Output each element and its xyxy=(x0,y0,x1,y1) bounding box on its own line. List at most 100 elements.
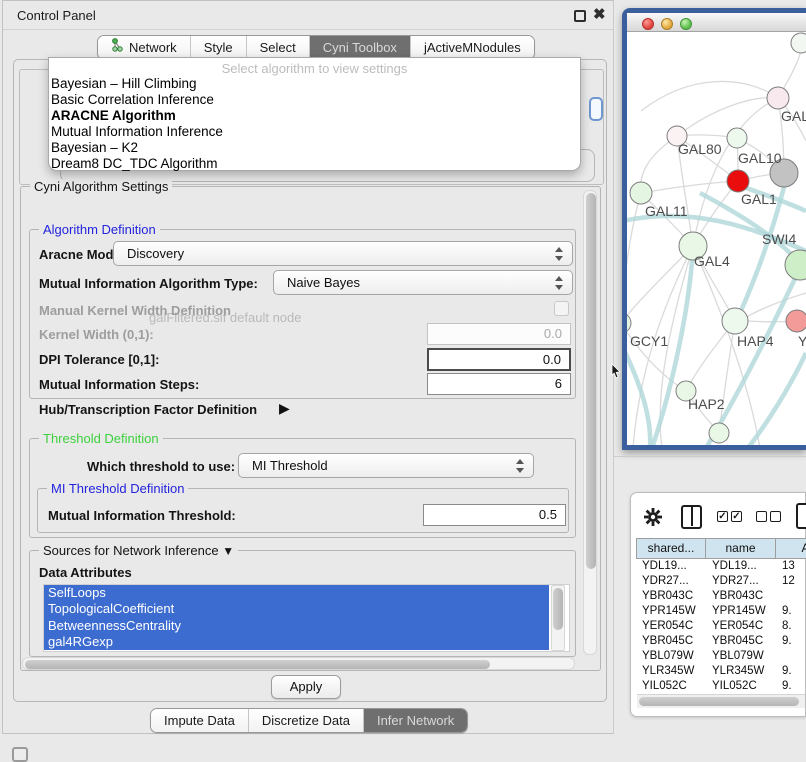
mi-steps-field[interactable]: 6 xyxy=(427,373,571,395)
algorithm-option-mutual-information-inference[interactable]: Mutual Information Inference xyxy=(49,124,580,140)
deselect-all-checkbox-icon[interactable] xyxy=(756,511,767,522)
node-gal11[interactable] xyxy=(630,182,652,204)
node-bottom[interactable] xyxy=(709,423,729,443)
list-item-selfloops[interactable]: SelfLoops xyxy=(44,585,549,601)
column-header-name[interactable]: name xyxy=(706,538,776,559)
node-top-partial[interactable] xyxy=(791,33,806,53)
table-hscrollbar-thumb[interactable] xyxy=(639,697,799,706)
network-edge xyxy=(641,81,778,111)
bottom-tabs: Impute Data Discretize Data Infer Network xyxy=(150,708,468,733)
tab-infer-network[interactable]: Infer Network xyxy=(364,709,467,732)
table-body: YDL19...YDL19...13YDR27...YDR27...12YBR0… xyxy=(636,559,806,692)
algorithm-option-basic-correlation-inference[interactable]: Basic Correlation Inference xyxy=(49,92,580,108)
list-item-gal4rgexp[interactable]: gal4RGexp xyxy=(44,634,549,650)
mi-threshold-definition-legend: MI Threshold Definition xyxy=(47,481,188,496)
table-row[interactable]: YER054CYER054C8. xyxy=(636,619,806,634)
algorithm-option-bayesian-hill-climbing[interactable]: Bayesian – Hill Climbing xyxy=(49,76,580,92)
network-canvas[interactable]: GALGAL80GAL10GAL1GAL11GAL4SWI4GCY1HAP4YH… xyxy=(627,32,806,445)
node-label-gal: GAL xyxy=(781,108,806,124)
table-row[interactable]: YIL052CYIL052C9. xyxy=(636,679,806,692)
algorithm-dropdown-placeholder: Select algorithm to view settings xyxy=(49,61,580,76)
table-row[interactable]: YBR043CYBR043C xyxy=(636,589,806,604)
kernel-width-field[interactable]: 0.0 xyxy=(427,323,571,345)
which-threshold-select[interactable]: MI Threshold xyxy=(238,453,534,478)
mi-threshold-field[interactable]: 0.5 xyxy=(423,504,566,526)
node-swi4[interactable] xyxy=(785,250,806,280)
node-salmon[interactable] xyxy=(786,310,806,332)
node-label-gal80: GAL80 xyxy=(678,141,722,157)
attributes-scrollbar-thumb[interactable] xyxy=(553,588,563,630)
columns-icon[interactable] xyxy=(681,505,702,529)
table-row[interactable]: YLR345WYLR345W9. xyxy=(636,664,806,679)
tab-cyni-toolbox[interactable]: Cyni Toolbox xyxy=(310,36,411,59)
hub-definition-label[interactable]: Hub/Transcription Factor Definition xyxy=(39,402,257,417)
column-header-shared[interactable]: shared... xyxy=(636,538,706,559)
table-row[interactable]: YBL079WYBL079W xyxy=(636,649,806,664)
table-row[interactable]: YPR145WYPR145W9. xyxy=(636,604,806,619)
tab-select[interactable]: Select xyxy=(247,36,310,59)
dpi-tolerance-label: DPI Tolerance [0,1]: xyxy=(39,352,159,367)
node-label-hap4: HAP4 xyxy=(737,333,774,349)
mi-algorithm-type-select[interactable]: Naive Bayes xyxy=(273,270,573,295)
tab-label: Discretize Data xyxy=(262,709,350,732)
manual-kernel-width-label: Manual Kernel Width Definition xyxy=(39,303,231,318)
apply-button[interactable]: Apply xyxy=(271,675,341,699)
aracne-mode-select[interactable]: Discovery xyxy=(113,241,573,266)
node-hap4[interactable] xyxy=(722,308,748,334)
manual-kernel-width-checkbox[interactable] xyxy=(554,301,569,316)
select-all-checkbox-icon[interactable]: ✓ xyxy=(717,511,728,522)
table-row[interactable]: YDL19...YDL19...13 xyxy=(636,559,806,574)
table-cell: 9. xyxy=(776,604,806,619)
settings-vscrollbar-thumb[interactable] xyxy=(586,193,596,569)
settings-hscrollbar[interactable] xyxy=(22,657,575,670)
tab-jactivemnodules[interactable]: jActiveMNodules xyxy=(411,36,534,59)
control-panel-title: Control Panel xyxy=(17,8,96,23)
float-window-icon[interactable] xyxy=(574,10,586,22)
tab-style[interactable]: Style xyxy=(191,36,247,59)
dock-window-icon[interactable] xyxy=(12,747,28,762)
algorithm-option-dream8-dc-tdc-algorithm[interactable]: Dream8 DC_TDC Algorithm xyxy=(49,156,580,172)
collapse-down-icon[interactable]: ▼ xyxy=(222,544,234,558)
table-panel-header: Table Panel xyxy=(614,456,806,488)
node-gal-pink[interactable] xyxy=(767,87,789,109)
partial-focused-button[interactable] xyxy=(589,97,603,121)
table-row[interactable]: YDR27...YDR27...12 xyxy=(636,574,806,589)
node-gal1[interactable] xyxy=(727,170,749,192)
tab-label: Select xyxy=(260,36,296,59)
attributes-scrollbar[interactable] xyxy=(551,585,565,651)
table-hscrollbar[interactable] xyxy=(637,694,805,708)
node-gcy1[interactable] xyxy=(627,313,631,333)
tab-impute-data[interactable]: Impute Data xyxy=(151,709,249,732)
close-icon[interactable]: ✖ xyxy=(593,5,606,23)
node-label-gal11: GAL11 xyxy=(645,203,688,219)
gear-icon[interactable] xyxy=(644,508,662,526)
tab-network[interactable]: Network xyxy=(98,36,191,59)
algorithm-option-aracne-algorithm[interactable]: ARACNE Algorithm xyxy=(49,108,580,124)
network-edge xyxy=(627,193,641,323)
algorithm-definition-legend: Algorithm Definition xyxy=(39,222,160,237)
list-item-topologicalcoefficient[interactable]: TopologicalCoefficient xyxy=(44,601,549,617)
dpi-tolerance-field[interactable]: 0.0 xyxy=(427,348,571,371)
tab-label: Network xyxy=(129,36,177,59)
close-traffic-light-icon[interactable] xyxy=(642,18,654,30)
settings-hscrollbar-thumb[interactable] xyxy=(25,660,490,669)
node-label-hap2: HAP2 xyxy=(688,396,725,412)
minimize-traffic-light-icon[interactable] xyxy=(661,18,673,30)
data-attributes-label: Data Attributes xyxy=(39,565,132,580)
expand-right-icon[interactable]: ▶ xyxy=(279,400,290,417)
settings-vscrollbar[interactable] xyxy=(583,190,597,655)
node-gal10[interactable] xyxy=(727,128,747,148)
zoom-traffic-light-icon[interactable] xyxy=(680,18,692,30)
table-cell: YBR045C xyxy=(706,634,776,649)
deselect-all-checkbox2-icon[interactable] xyxy=(770,511,781,522)
tab-discretize-data[interactable]: Discretize Data xyxy=(249,709,364,732)
algorithm-option-bayesian-k2[interactable]: Bayesian – K2 xyxy=(49,140,580,156)
table-row[interactable]: YBR045CYBR045C9. xyxy=(636,634,806,649)
table-cell: YER054C xyxy=(636,619,706,634)
list-item-betweennesscentrality[interactable]: BetweennessCentrality xyxy=(44,618,549,634)
node-label-gal4: GAL4 xyxy=(694,253,730,269)
select-all-checkbox2-icon[interactable]: ✓ xyxy=(731,511,742,522)
column-header-a[interactable]: A xyxy=(776,538,806,559)
new-table-icon[interactable] xyxy=(796,503,806,529)
combo-spinner-icon xyxy=(555,275,564,291)
